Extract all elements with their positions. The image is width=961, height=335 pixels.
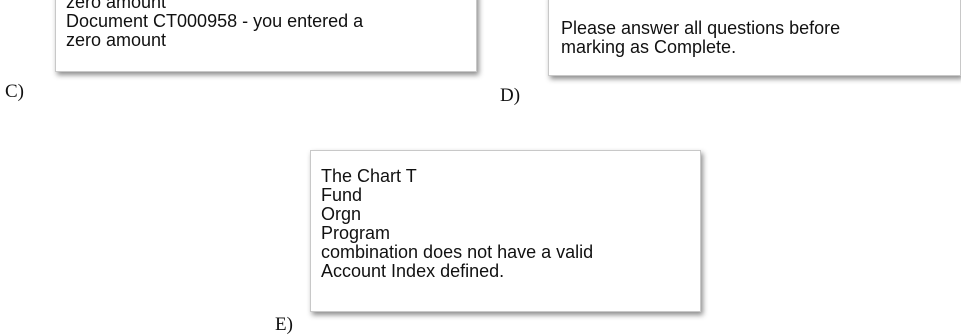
tooltip-text-e: The Chart T Fund Orgn Program combinatio… [321, 167, 593, 281]
tooltip-line: Account Index defined. [321, 261, 505, 281]
option-letter-c: C) [5, 81, 24, 102]
tooltip-line: Orgn [321, 204, 362, 224]
tooltip-line: Please answer all questions before [561, 18, 841, 38]
error-tooltip-e: The Chart T Fund Orgn Program combinatio… [310, 150, 701, 312]
error-tooltip-c: zero amount Document CT000958 - you ente… [55, 0, 477, 72]
tooltip-line: Fund [321, 185, 363, 205]
tooltip-line: Program [321, 223, 391, 243]
tooltip-line: The Chart T [321, 166, 417, 186]
tooltip-text-d: Please answer all questions before marki… [561, 19, 840, 57]
error-tooltip-d: Please answer all questions before marki… [548, 0, 961, 76]
tooltip-line: marking as Complete. [561, 37, 737, 57]
tooltip-line: combination does not have a valid [321, 242, 594, 262]
tooltip-line: Document CT000958 - you entered a [66, 11, 364, 31]
tooltip-text-c: zero amount Document CT000958 - you ente… [66, 0, 363, 50]
option-letter-e: E) [275, 314, 293, 335]
option-letter-d: D) [500, 85, 521, 106]
tooltip-line: zero amount [66, 30, 167, 50]
